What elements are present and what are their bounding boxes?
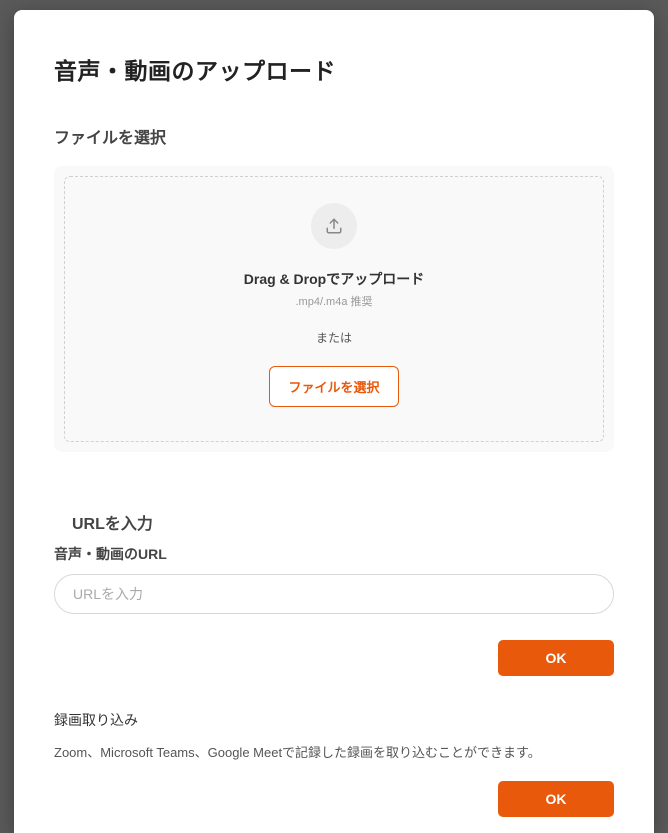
- modal-title: 音声・動画のアップロード: [54, 52, 614, 86]
- drop-zone-inner: Drag & Dropでアップロード .mp4/.m4a 推奨 または ファイル…: [64, 176, 604, 442]
- url-sublabel: 音声・動画のURL: [54, 544, 614, 564]
- url-input[interactable]: [54, 574, 614, 614]
- upload-modal: 音声・動画のアップロード ファイルを選択 Drag & Dropでアップロード …: [14, 10, 654, 833]
- import-ok-button[interactable]: OK: [498, 781, 614, 817]
- drop-or-text: または: [316, 329, 352, 346]
- url-button-row: OK: [54, 640, 614, 676]
- drop-subtitle: .mp4/.m4a 推奨: [295, 293, 372, 309]
- upload-icon: [311, 203, 357, 249]
- recording-import-section: 録画取り込み Zoom、Microsoft Teams、Google Meetで…: [54, 710, 614, 817]
- drop-zone[interactable]: Drag & Dropでアップロード .mp4/.m4a 推奨 または ファイル…: [54, 166, 614, 452]
- import-title: 録画取り込み: [54, 710, 614, 730]
- url-ok-button[interactable]: OK: [498, 640, 614, 676]
- import-button-row: OK: [54, 781, 614, 817]
- import-description: Zoom、Microsoft Teams、Google Meetで記録した録画を…: [54, 742, 614, 761]
- url-section: URLを入力 音声・動画のURL OK: [54, 510, 614, 676]
- url-section-title: URLを入力: [72, 510, 614, 534]
- file-select-button[interactable]: ファイルを選択: [269, 366, 398, 407]
- drop-title: Drag & Dropでアップロード: [244, 269, 424, 289]
- file-select-label: ファイルを選択: [54, 124, 614, 148]
